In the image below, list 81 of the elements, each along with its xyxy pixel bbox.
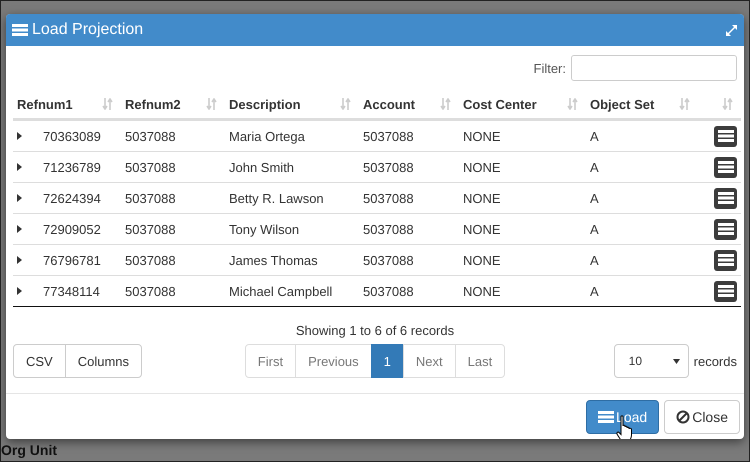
filter-field[interactable] [571, 55, 737, 81]
page-button[interactable]: Previous [295, 344, 372, 378]
table-cell: 5037088 [125, 284, 176, 298]
table-cell: 70363089 [43, 128, 101, 144]
export-button[interactable]: Columns [64, 344, 142, 378]
table-cell: 5037088 [363, 252, 414, 268]
table-cell: 5037088 [363, 128, 414, 144]
records-label: records [694, 354, 737, 368]
table-cell: NONE [463, 190, 501, 206]
table-cell: 5037088 [125, 222, 176, 236]
table-cell: Maria Ortega [229, 128, 305, 144]
page-button[interactable]: Last [454, 344, 506, 378]
table-cell: 5037088 [363, 284, 414, 298]
table-cell: 5037088 [363, 222, 414, 236]
table-cell: NONE [463, 284, 501, 298]
table-cell: 5037088 [363, 190, 414, 206]
table-cell: NONE [463, 252, 501, 268]
expand-caret-icon[interactable] [17, 194, 22, 202]
page-length-select[interactable]: 10 [614, 344, 689, 378]
table-cell: A [590, 128, 599, 144]
page-button[interactable]: Next [402, 344, 456, 378]
column-header[interactable]: Account [363, 96, 415, 112]
table-cell: NONE [463, 222, 501, 236]
table-cell: A [590, 160, 599, 174]
records-info: Showing 1 to 6 of 6 records [296, 323, 454, 338]
column-header[interactable]: Cost Center [463, 96, 537, 112]
column-header[interactable]: Refnum1 [17, 96, 73, 112]
column-header[interactable]: Refnum2 [125, 96, 181, 112]
column-header[interactable]: Object Set [590, 96, 654, 112]
table-cell: A [590, 252, 599, 268]
table-cell: 5037088 [125, 190, 176, 206]
filter-label: Filter: [534, 60, 566, 76]
table-cell: 77348114 [43, 284, 100, 298]
ban-icon [676, 410, 690, 424]
details-button[interactable] [714, 126, 737, 146]
table-cell: Michael Campbell [229, 284, 332, 298]
table-cell: James Thomas [229, 252, 318, 268]
table-cell: 5037088 [125, 252, 176, 268]
expand-caret-icon[interactable] [17, 132, 22, 140]
expand-caret-icon[interactable] [17, 256, 22, 264]
table-cell: 76796781 [43, 252, 101, 268]
details-button[interactable] [714, 188, 737, 208]
list-icon [718, 192, 734, 204]
dialog-title: Load Projection [32, 21, 144, 39]
table-cell: A [590, 284, 599, 298]
table-cell: NONE [463, 160, 501, 174]
table-cell: NONE [463, 128, 501, 144]
table-cell: 71236789 [43, 160, 101, 174]
table-cell: 5037088 [125, 160, 176, 174]
column-header[interactable]: Description [229, 96, 301, 112]
list-icon [718, 254, 734, 266]
table-cell: A [590, 190, 599, 206]
expand-caret-icon[interactable] [17, 287, 22, 295]
expand-caret-icon[interactable] [17, 225, 22, 233]
table-cell: John Smith [229, 160, 294, 174]
list-icon [12, 24, 28, 36]
org-unit-label: Org Unit [1, 442, 57, 460]
table-cell: 5037088 [125, 128, 176, 144]
page-button[interactable]: 1 [370, 344, 404, 378]
close-button[interactable]: Close [664, 400, 740, 434]
list-icon [718, 285, 734, 297]
table-cell: A [590, 222, 599, 236]
list-icon [598, 410, 614, 422]
export-button[interactable]: CSV [13, 344, 66, 378]
table-cell: 72909052 [43, 222, 101, 236]
table-cell: Tony Wilson [229, 222, 300, 236]
table-cell: Betty R. Lawson [229, 190, 324, 206]
details-button[interactable] [714, 250, 737, 270]
table-cell: 5037088 [363, 160, 414, 174]
table-cell: 72624394 [43, 190, 101, 206]
list-icon [718, 223, 734, 235]
dropdown-caret-icon [672, 358, 680, 364]
details-button[interactable] [714, 280, 737, 302]
list-icon [718, 130, 734, 142]
expand-caret-icon[interactable] [17, 163, 22, 171]
expand-icon[interactable] [725, 24, 738, 36]
details-button[interactable] [714, 156, 737, 178]
details-button[interactable] [714, 218, 737, 240]
page-button[interactable]: First [244, 344, 296, 378]
load-button[interactable]: Load [586, 400, 660, 434]
list-icon [718, 161, 734, 173]
